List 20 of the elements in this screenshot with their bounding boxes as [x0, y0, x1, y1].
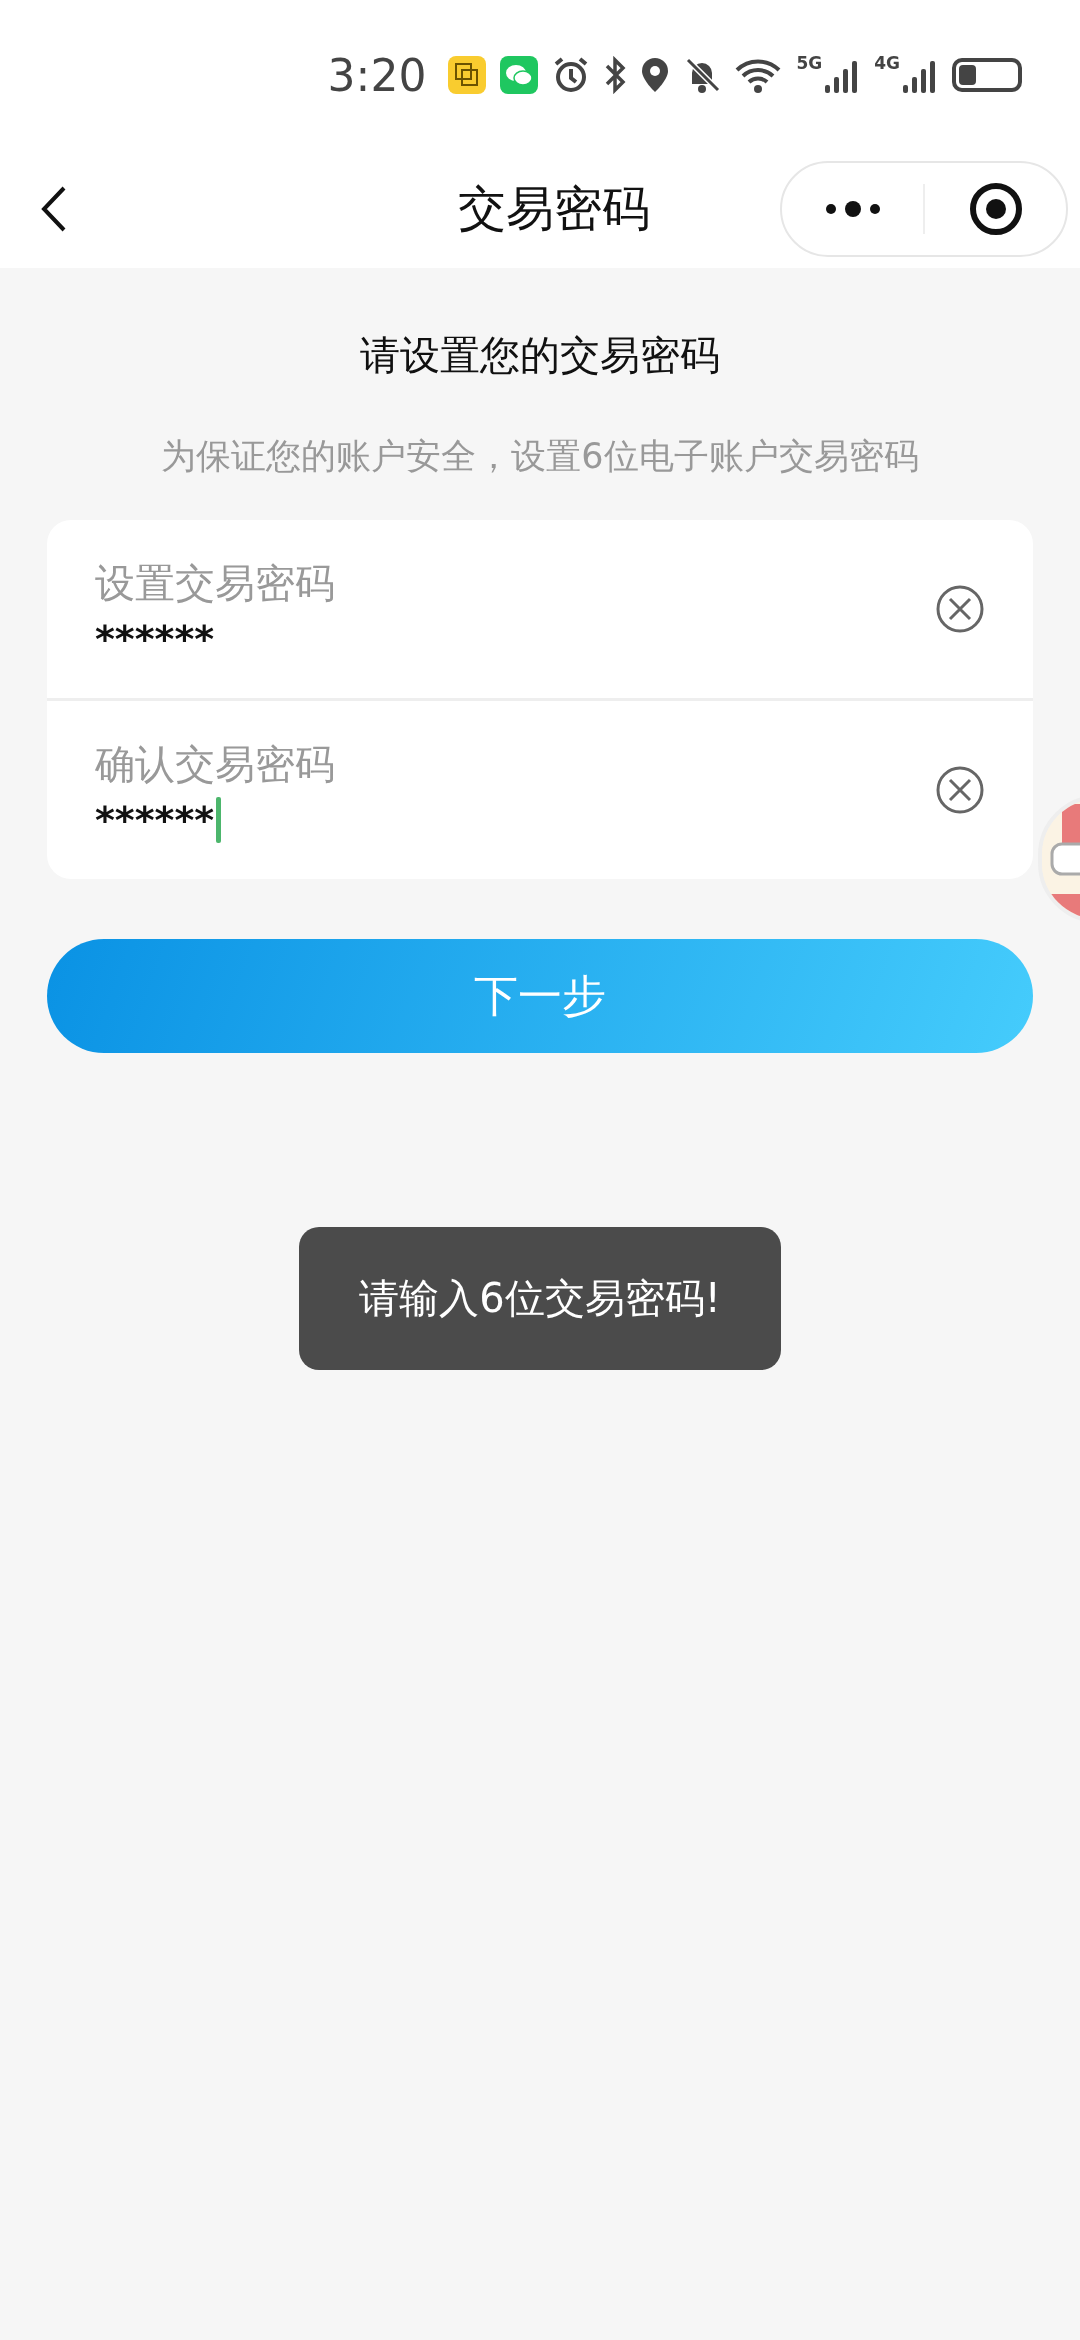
network-label: 4G — [874, 53, 900, 73]
page-title: 交易密码 — [457, 179, 651, 238]
clear-button[interactable] — [935, 765, 985, 815]
status-time: 3:20 — [327, 49, 427, 101]
chat-app-icon — [500, 56, 539, 94]
back-icon[interactable] — [40, 185, 68, 233]
bluetooth-icon — [604, 56, 627, 94]
wifi-icon — [734, 56, 783, 94]
muted-bell-icon — [684, 56, 721, 94]
field-label: 设置交易密码 — [95, 558, 336, 608]
clear-button[interactable] — [935, 584, 985, 634]
network-label: 5G — [796, 53, 823, 73]
battery-icon — [952, 58, 1022, 92]
heading: 请设置您的交易密码 — [360, 331, 720, 380]
toast-message: 请输入6位交易密码! — [299, 1227, 781, 1370]
location-icon — [640, 56, 671, 94]
field-label: 确认交易密码 — [95, 739, 336, 789]
app-notification-icon — [448, 56, 487, 94]
close-icon[interactable] — [968, 182, 1023, 236]
subtitle: 为保证您的账户安全，设置6位电子账户交易密码 — [161, 435, 919, 478]
